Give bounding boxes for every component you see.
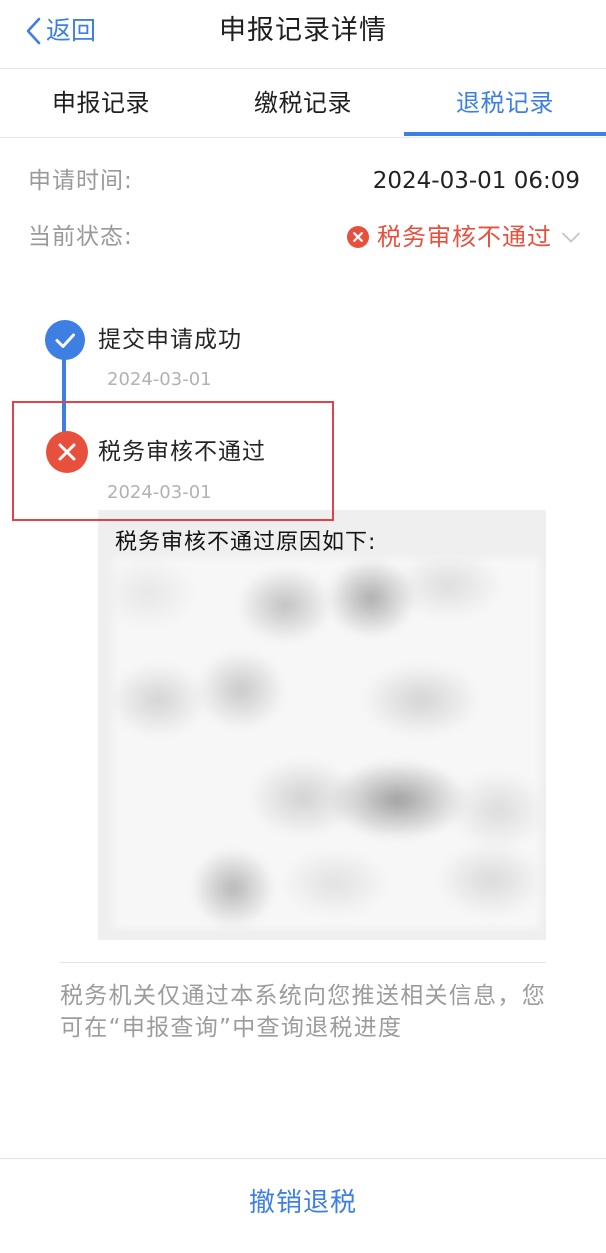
status-value: 税务审核不通过 [377, 223, 552, 251]
apply-time-value: 2024-03-01 06:09 [372, 168, 580, 194]
step-failed-indicator [46, 431, 88, 473]
page-title: 申报记录详情 [219, 15, 387, 46]
timeline-step-date: 2024-03-01 [107, 482, 212, 503]
chevron-down-icon [562, 232, 580, 243]
navigation-bar: 申报记录详情 返回 [0, 0, 606, 69]
cancel-refund-button[interactable]: 撤销退税 [0, 1159, 606, 1247]
current-status-row: 当前状态: 税务审核不通过 [0, 216, 606, 258]
blurred-reason-content [113, 558, 540, 928]
status-dropdown[interactable]: 税务审核不通过 [347, 216, 580, 258]
divider [60, 962, 546, 963]
back-label: 返回 [46, 16, 97, 45]
timeline-step-title: 提交申请成功 [98, 327, 242, 353]
rejection-reason-heading: 税务审核不通过原因如下: [115, 530, 377, 555]
back-button[interactable]: 返回 [22, 0, 96, 62]
timeline-step-date: 2024-03-01 [107, 369, 212, 390]
current-status-label: 当前状态: [28, 224, 133, 250]
rejection-reason-box: 税务审核不通过原因如下: [98, 510, 546, 940]
tab-declaration-records[interactable]: 申报记录 [0, 69, 202, 137]
timeline-step-title: 税务审核不通过 [98, 439, 266, 465]
timeline-connector [62, 358, 66, 434]
apply-time-row: 申请时间: 2024-03-01 06:09 [0, 160, 606, 202]
step-success-indicator [45, 320, 85, 360]
notice-text: 税务机关仅通过本系统向您推送相关信息，您可在“申报查询”中查询退税进度 [60, 983, 546, 1041]
x-circle-icon [347, 226, 369, 248]
chevron-left-icon [25, 17, 41, 45]
x-icon [58, 443, 76, 461]
tab-tax-refund-records[interactable]: 退税记录 [404, 69, 606, 137]
tab-tax-payment-records[interactable]: 缴税记录 [202, 69, 404, 137]
apply-time-label: 申请时间: [28, 168, 133, 194]
record-tabs: 申报记录 缴税记录 退税记录 [0, 69, 606, 138]
check-icon [55, 333, 75, 348]
bottom-action-bar: 撤销退税 [0, 1158, 606, 1253]
